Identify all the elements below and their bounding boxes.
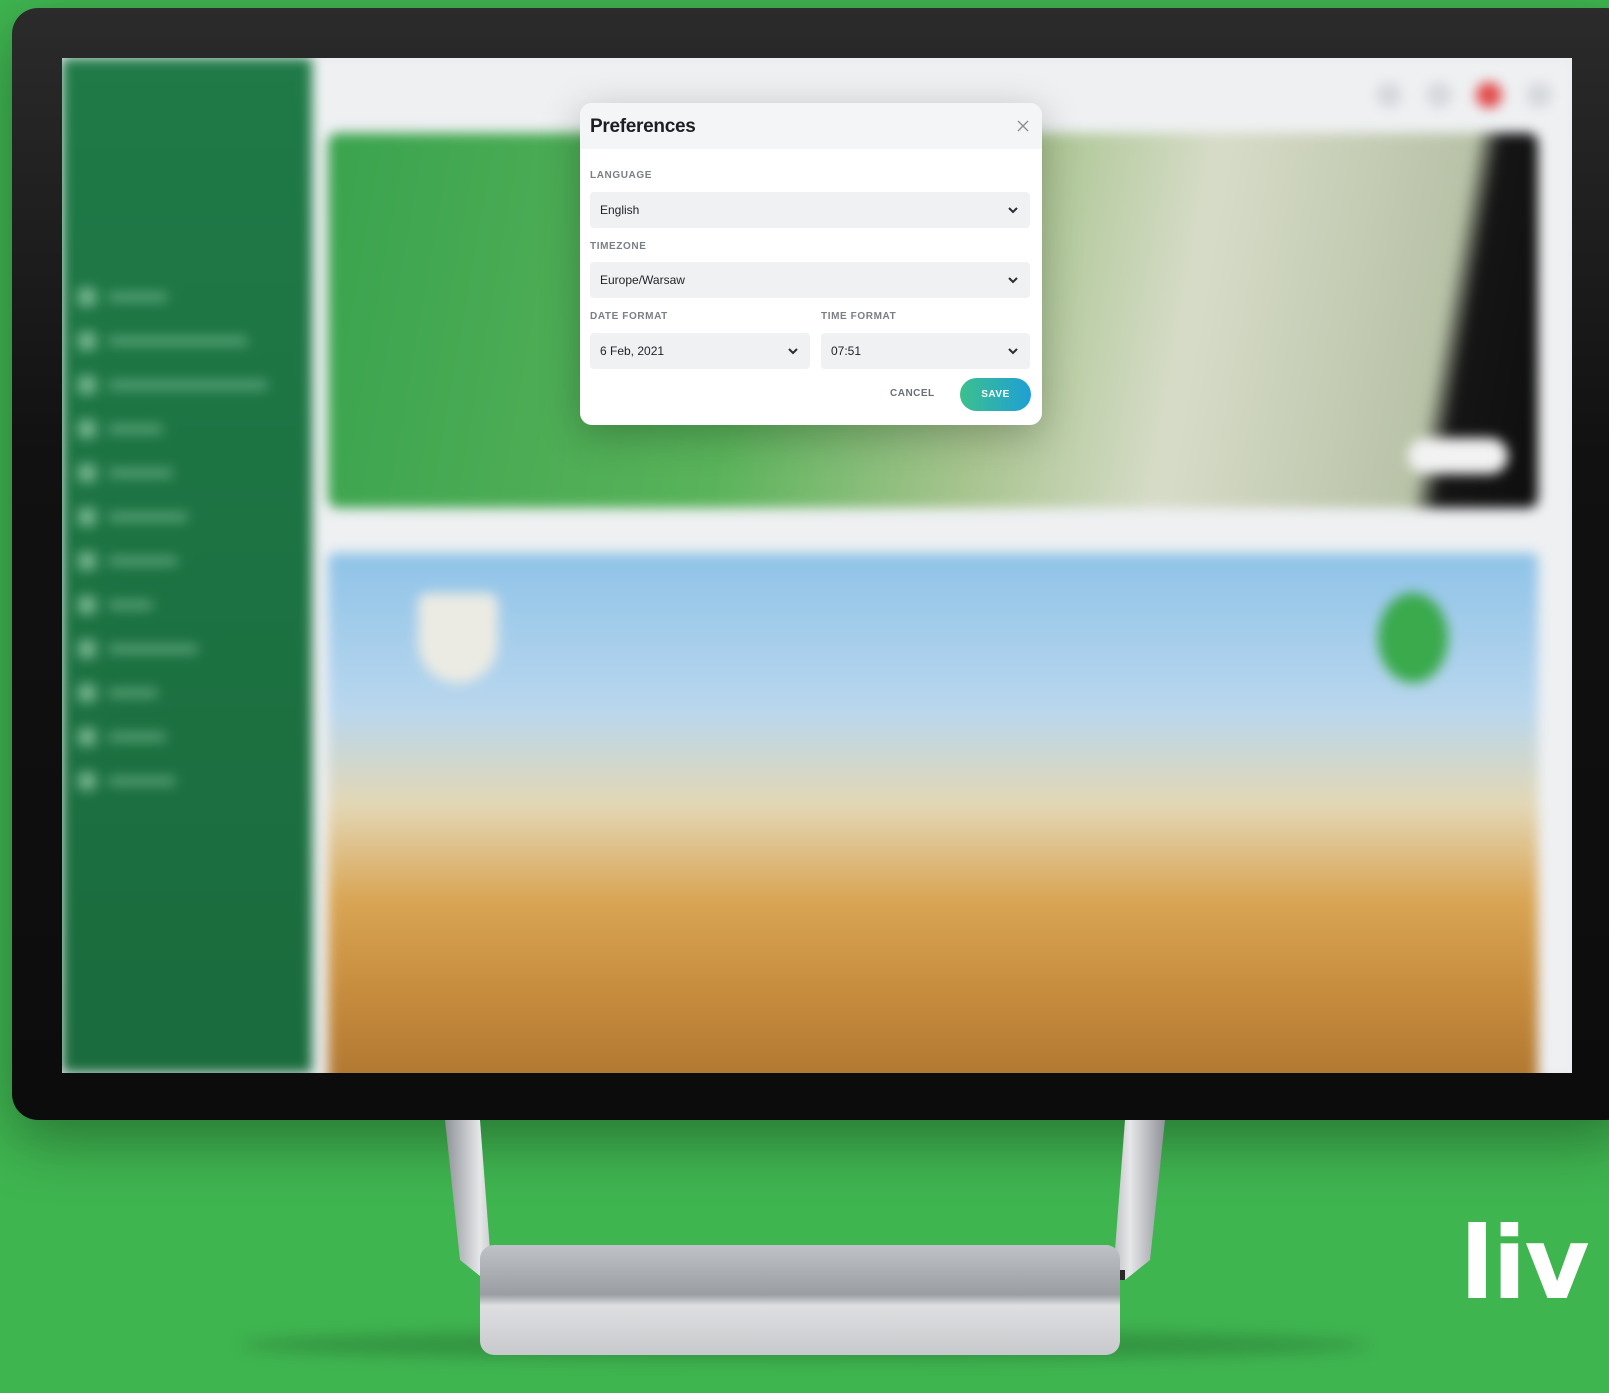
preferences-dialog: Preferences LANGUAGE English TIMEZONE Eu… [580, 103, 1042, 425]
date-format-value: 6 Feb, 2021 [600, 344, 665, 358]
sidebar-item [78, 770, 268, 792]
chevron-down-icon [1008, 207, 1018, 214]
sidebar-item [78, 726, 268, 748]
date-format-select[interactable]: 6 Feb, 2021 [590, 333, 810, 369]
close-icon [1017, 120, 1029, 132]
sidebar [62, 58, 312, 1073]
notification-icon [1476, 82, 1502, 108]
crest-logo [418, 593, 498, 683]
time-format-select[interactable]: 07:51 [821, 333, 1030, 369]
sidebar-item [78, 462, 268, 484]
leaf-logo [1378, 593, 1448, 683]
monitor-stand-base [480, 1245, 1120, 1355]
header-icon [1426, 82, 1452, 108]
sidebar-item [78, 638, 268, 660]
dialog-header: Preferences [580, 103, 1042, 149]
time-format-value: 07:51 [831, 344, 862, 358]
sidebar-brand-block [78, 78, 248, 208]
chevron-down-icon [1008, 277, 1018, 284]
time-format-label: TIME FORMAT [821, 311, 897, 322]
screen: Preferences LANGUAGE English TIMEZONE Eu… [62, 58, 1572, 1073]
cancel-button[interactable]: CANCEL [890, 388, 935, 399]
close-button[interactable] [1012, 115, 1034, 137]
conference-banner [328, 553, 1538, 1073]
sidebar-item [78, 330, 268, 352]
sidebar-item [78, 506, 268, 528]
brand-logo: liv [1460, 1205, 1590, 1322]
hero-pill-button [1408, 438, 1508, 474]
sidebar-item [78, 594, 268, 616]
date-format-label: DATE FORMAT [590, 311, 668, 322]
timezone-value: Europe/Warsaw [600, 273, 685, 287]
sidebar-item [78, 374, 268, 396]
language-label: LANGUAGE [590, 170, 653, 181]
header-icon [1526, 82, 1552, 108]
sidebar-item [78, 682, 268, 704]
timezone-select[interactable]: Europe/Warsaw [590, 262, 1030, 298]
sidebar-item [78, 550, 268, 572]
language-value: English [600, 203, 640, 217]
sidebar-item [78, 418, 268, 440]
sidebar-item [78, 286, 268, 308]
header-icons [1376, 82, 1552, 108]
chevron-down-icon [1008, 348, 1018, 355]
language-select[interactable]: English [590, 192, 1030, 228]
header-icon [1376, 82, 1402, 108]
dialog-title: Preferences [590, 116, 696, 137]
save-button[interactable]: SAVE [960, 378, 1031, 411]
timezone-label: TIMEZONE [590, 241, 647, 252]
monitor-frame: Preferences LANGUAGE English TIMEZONE Eu… [12, 8, 1609, 1120]
chevron-down-icon [788, 348, 798, 355]
